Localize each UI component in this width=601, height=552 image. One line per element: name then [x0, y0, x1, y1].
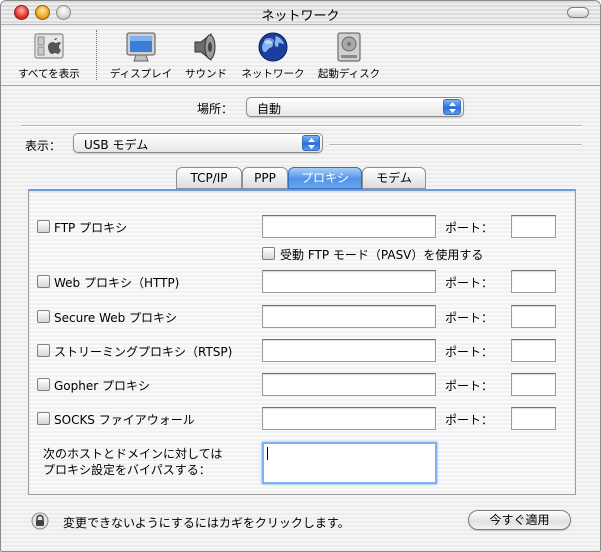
bypass-hosts-field[interactable]	[262, 442, 437, 484]
socks-firewall-port-field[interactable]	[511, 407, 556, 430]
secure-web-proxy-port-field[interactable]	[511, 305, 556, 328]
toolbar-startup-disk[interactable]: 起動ディスク	[313, 30, 385, 81]
proxy-row-web: Web プロキシ（HTTP) ポート：	[29, 270, 575, 296]
tab-tcpip[interactable]: TCP/IP	[176, 167, 242, 189]
toolbar-label: サウンド	[185, 68, 227, 80]
proxy-label: ストリーミングプロキシ（RTSP)	[54, 345, 233, 359]
pasv-label: 受動 FTP モード（PASV）を使用する	[280, 248, 484, 262]
location-value: 自動	[257, 102, 282, 116]
separator	[329, 144, 582, 146]
bypass-label-line-2: プロキシ設定をバイパスする：	[43, 463, 211, 477]
location-label: 場所：	[197, 102, 234, 116]
speaker-icon	[189, 30, 223, 64]
toolbar-show-all[interactable]: すべてを表示	[9, 30, 89, 81]
proxy-label: Web プロキシ（HTTP)	[54, 276, 180, 290]
display-icon	[124, 30, 158, 64]
web-proxy-port-field[interactable]	[511, 270, 556, 293]
separator	[21, 125, 582, 127]
gopher-proxy-host-field[interactable]	[262, 373, 436, 396]
toolbar-sound[interactable]: サウンド	[177, 30, 235, 81]
bypass-label-line-1: 次のホストとドメインに対しては	[43, 447, 223, 461]
port-label: ポート：	[445, 345, 494, 359]
port-label: ポート：	[445, 221, 494, 235]
port-label: ポート：	[445, 379, 494, 393]
toolbar-label: ネットワーク	[241, 68, 305, 80]
pasv-checkbox[interactable]	[262, 247, 275, 260]
toolbar-display[interactable]: ディスプレイ	[105, 30, 177, 81]
location-popup[interactable]: 自動	[246, 97, 464, 117]
window-title: ネットワーク	[261, 9, 340, 24]
proxy-row-socks: SOCKS ファイアウォール ポート：	[29, 407, 575, 433]
show-popup[interactable]: USB モデム	[73, 133, 323, 153]
network-preferences-window: ネットワーク すべてを表示 ディスプレイ サウンド ネットワーク 起動ディスク …	[0, 0, 601, 552]
proxy-label: Secure Web プロキシ	[54, 311, 178, 325]
popup-arrows-icon	[443, 99, 461, 115]
lock-message: 変更できないようにするにはカギをクリックします。	[63, 516, 350, 530]
hard-disk-icon	[332, 30, 366, 64]
popup-arrows-icon	[302, 135, 320, 151]
ftp-proxy-port-field[interactable]	[511, 215, 556, 238]
gopher-proxy-checkbox[interactable]	[37, 378, 50, 391]
bypass-label: 次のホストとドメインに対しては プロキシ設定をバイパスする：	[43, 446, 222, 478]
proxy-label: FTP プロキシ	[54, 221, 128, 235]
tab-proxy[interactable]: プロキシ	[288, 167, 362, 189]
toolbar: すべてを表示 ディスプレイ サウンド ネットワーク 起動ディスク	[1, 26, 600, 86]
ftp-proxy-host-field[interactable]	[262, 215, 436, 238]
apple-panel-icon	[32, 30, 66, 64]
socks-firewall-host-field[interactable]	[262, 407, 436, 430]
toolbar-label: すべてを表示	[18, 68, 80, 80]
proxy-row-secure-web: Secure Web プロキシ ポート：	[29, 305, 575, 331]
pasv-row: 受動 FTP モード（PASV）を使用する	[29, 242, 575, 268]
toolbar-toggle-button[interactable]	[567, 7, 589, 18]
web-proxy-host-field[interactable]	[262, 270, 436, 293]
toolbar-label: 起動ディスク	[317, 68, 381, 80]
apply-now-button[interactable]: 今すぐ適用	[468, 510, 571, 530]
proxy-row-streaming: ストリーミングプロキシ（RTSP) ポート：	[29, 339, 575, 365]
streaming-proxy-host-field[interactable]	[262, 339, 436, 362]
port-label: ポート：	[445, 311, 494, 325]
proxy-label: Gopher プロキシ	[54, 379, 150, 393]
port-label: ポート：	[445, 276, 494, 290]
lock-icon[interactable]	[31, 512, 49, 530]
tab-modem[interactable]: モデム	[362, 167, 426, 189]
secure-web-proxy-checkbox[interactable]	[37, 310, 50, 323]
streaming-proxy-port-field[interactable]	[511, 339, 556, 362]
port-label: ポート：	[445, 413, 494, 427]
proxy-label: SOCKS ファイアウォール	[54, 413, 195, 427]
show-label: 表示：	[25, 139, 62, 153]
web-proxy-checkbox[interactable]	[37, 275, 50, 288]
streaming-proxy-checkbox[interactable]	[37, 344, 50, 357]
toolbar-network[interactable]: ネットワーク	[237, 30, 309, 81]
ftp-proxy-checkbox[interactable]	[37, 220, 50, 233]
secure-web-proxy-host-field[interactable]	[262, 305, 436, 328]
toolbar-label: ディスプレイ	[109, 68, 173, 80]
gopher-proxy-port-field[interactable]	[511, 373, 556, 396]
globe-icon	[256, 30, 290, 64]
proxy-row-ftp: FTP プロキシ ポート：	[29, 215, 575, 241]
title-bar: ネットワーク	[1, 1, 600, 25]
tab-ppp[interactable]: PPP	[242, 167, 288, 189]
socks-firewall-checkbox[interactable]	[37, 412, 50, 425]
text-caret	[267, 447, 268, 460]
toolbar-separator	[96, 30, 97, 80]
show-value: USB モデム	[84, 138, 149, 152]
proxy-row-gopher: Gopher プロキシ ポート：	[29, 373, 575, 399]
proxy-panel: FTP プロキシ ポート： 受動 FTP モード（PASV）を使用する Web …	[28, 189, 576, 495]
